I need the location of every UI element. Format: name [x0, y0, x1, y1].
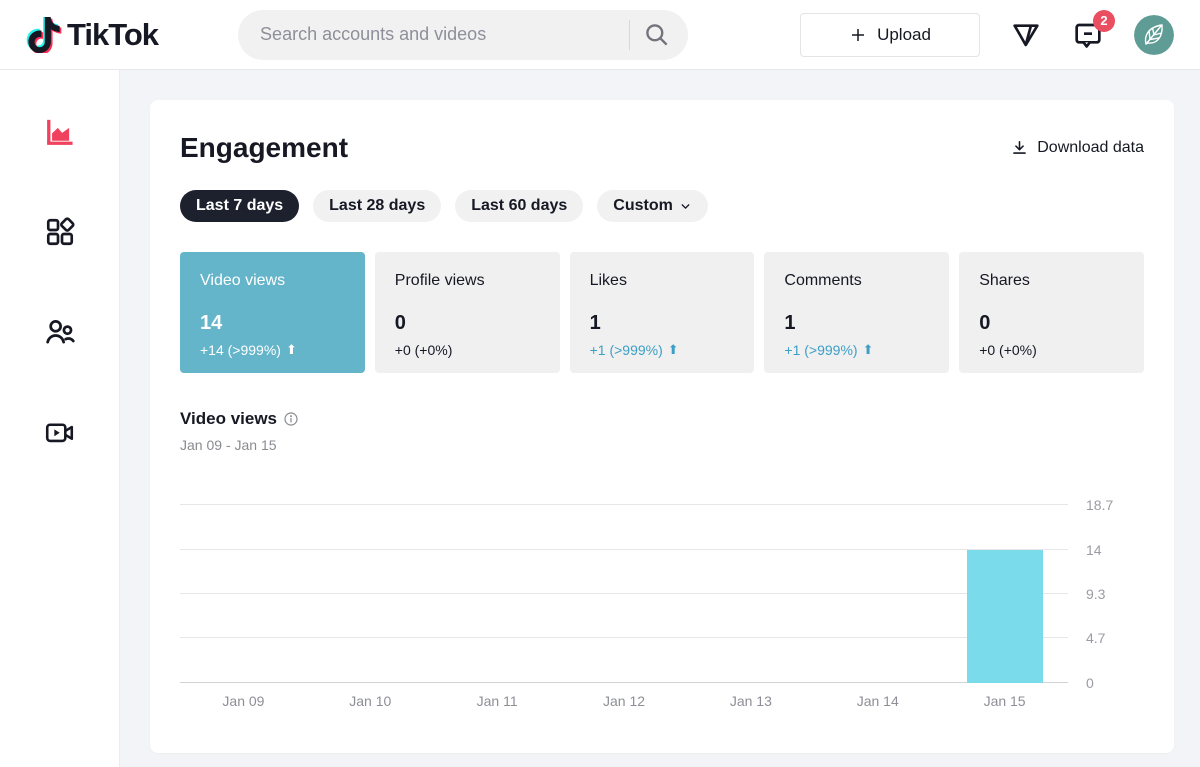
tiktok-logo[interactable]: TikTok [26, 17, 158, 53]
sidebar-item-followers[interactable] [36, 315, 84, 349]
share-button[interactable] [1010, 19, 1042, 51]
y-axis-tick: 14 [1086, 542, 1102, 558]
bar-series [180, 485, 1068, 683]
x-axis-tick: Jan 14 [814, 693, 941, 709]
download-label: Download data [1037, 139, 1144, 157]
video-views-chart: Jan 09Jan 10Jan 11Jan 12Jan 13Jan 14Jan … [180, 485, 1144, 709]
tiktok-note-icon [26, 17, 62, 53]
topbar-actions: Upload 2 [800, 13, 1174, 57]
metric-label: Video views [200, 272, 345, 290]
x-axis-tick: Jan 15 [941, 693, 1068, 709]
y-axis-tick: 4.7 [1086, 630, 1105, 646]
metric-label: Profile views [395, 272, 540, 290]
metric-card-video-views[interactable]: Video views 14 +14 (>999%) ⬆ [180, 252, 365, 373]
plus-icon [849, 26, 867, 44]
engagement-card: Engagement Download data Last 7 days Las… [150, 100, 1174, 753]
main-area: Engagement Download data Last 7 days Las… [120, 70, 1200, 767]
metric-label: Comments [784, 272, 929, 290]
upload-label: Upload [877, 25, 931, 45]
x-axis-tick: Jan 13 [687, 693, 814, 709]
chart-title: Video views [180, 409, 277, 429]
bar-slot-jan-09 [180, 485, 307, 683]
metric-card-likes[interactable]: Likes 1 +1 (>999%) ⬆ [570, 252, 755, 373]
analytics-icon [43, 116, 76, 149]
notification-badge: 2 [1093, 10, 1115, 32]
filter-label: Last 7 days [196, 197, 283, 215]
search-input[interactable] [260, 24, 625, 45]
date-filter-group: Last 7 days Last 28 days Last 60 days Cu… [180, 190, 1144, 222]
inbox-button[interactable]: 2 [1072, 19, 1104, 51]
x-axis-tick: Jan 10 [307, 693, 434, 709]
logo-wordmark: TikTok [67, 17, 158, 53]
live-icon [44, 417, 75, 448]
chart-plot [180, 485, 1068, 683]
chart-date-range: Jan 09 - Jan 15 [180, 437, 1144, 453]
filter-label: Custom [613, 197, 673, 215]
filter-last-28-days[interactable]: Last 28 days [313, 190, 441, 222]
download-icon [1010, 139, 1029, 158]
sidebar-item-live[interactable] [36, 415, 84, 449]
metric-value: 14 [200, 312, 345, 335]
x-axis-tick: Jan 11 [434, 693, 561, 709]
upload-button[interactable]: Upload [800, 13, 980, 57]
bar-slot-jan-11 [434, 485, 561, 683]
metric-value: 0 [395, 312, 540, 335]
search-bar [238, 10, 688, 60]
bar-slot-jan-14 [814, 485, 941, 683]
bar-slot-jan-12 [561, 485, 688, 683]
metric-change: +0 (+0%) [395, 342, 540, 358]
sidebar-item-analytics[interactable] [36, 115, 84, 149]
metric-label: Likes [590, 272, 735, 290]
x-axis-tick: Jan 09 [180, 693, 307, 709]
followers-icon [43, 316, 76, 349]
search-button[interactable] [634, 13, 678, 57]
metric-change: +1 (>999%) ⬆ [590, 342, 735, 358]
filter-custom[interactable]: Custom [597, 190, 708, 222]
metric-value: 0 [979, 312, 1124, 335]
filter-label: Last 60 days [471, 197, 567, 215]
bar-slot-jan-13 [687, 485, 814, 683]
up-arrow-icon: ⬆ [863, 342, 874, 358]
x-axis-tick: Jan 12 [561, 693, 688, 709]
metric-card-shares[interactable]: Shares 0 +0 (+0%) [959, 252, 1144, 373]
filter-label: Last 28 days [329, 197, 425, 215]
chart-y-labels: 04.79.31418.7 [1068, 485, 1144, 683]
metric-value: 1 [590, 312, 735, 335]
y-axis-tick: 9.3 [1086, 586, 1105, 602]
chart-x-labels: Jan 09Jan 10Jan 11Jan 12Jan 13Jan 14Jan … [180, 693, 1068, 709]
search-icon [643, 21, 670, 48]
metric-label: Shares [979, 272, 1124, 290]
filter-last-60-days[interactable]: Last 60 days [455, 190, 583, 222]
content-icon [44, 216, 76, 248]
metric-card-comments[interactable]: Comments 1 +1 (>999%) ⬆ [764, 252, 949, 373]
metric-cards: Video views 14 +14 (>999%) ⬆ Profile vie… [180, 252, 1144, 373]
download-data-button[interactable]: Download data [1010, 139, 1144, 158]
metric-change: +0 (+0%) [979, 342, 1124, 358]
share-icon [1010, 19, 1042, 51]
bar-jan-15[interactable] [967, 550, 1043, 683]
bar-slot-jan-15 [941, 485, 1068, 683]
sidebar [0, 70, 120, 767]
search-divider [629, 20, 630, 50]
page-title: Engagement [180, 132, 348, 164]
filter-last-7-days[interactable]: Last 7 days [180, 190, 299, 222]
avatar[interactable] [1134, 15, 1174, 55]
y-axis-tick: 18.7 [1086, 497, 1113, 513]
metric-change: +14 (>999%) ⬆ [200, 342, 345, 358]
metric-change: +1 (>999%) ⬆ [784, 342, 929, 358]
metric-value: 1 [784, 312, 929, 335]
up-arrow-icon: ⬆ [286, 342, 297, 358]
up-arrow-icon: ⬆ [668, 342, 679, 358]
info-icon[interactable] [283, 411, 299, 427]
metric-card-profile-views[interactable]: Profile views 0 +0 (+0%) [375, 252, 560, 373]
sidebar-item-content[interactable] [36, 215, 84, 249]
chevron-down-icon [679, 200, 692, 213]
y-axis-tick: 0 [1086, 675, 1094, 691]
bar-slot-jan-10 [307, 485, 434, 683]
top-bar: TikTok Upload [0, 0, 1200, 70]
